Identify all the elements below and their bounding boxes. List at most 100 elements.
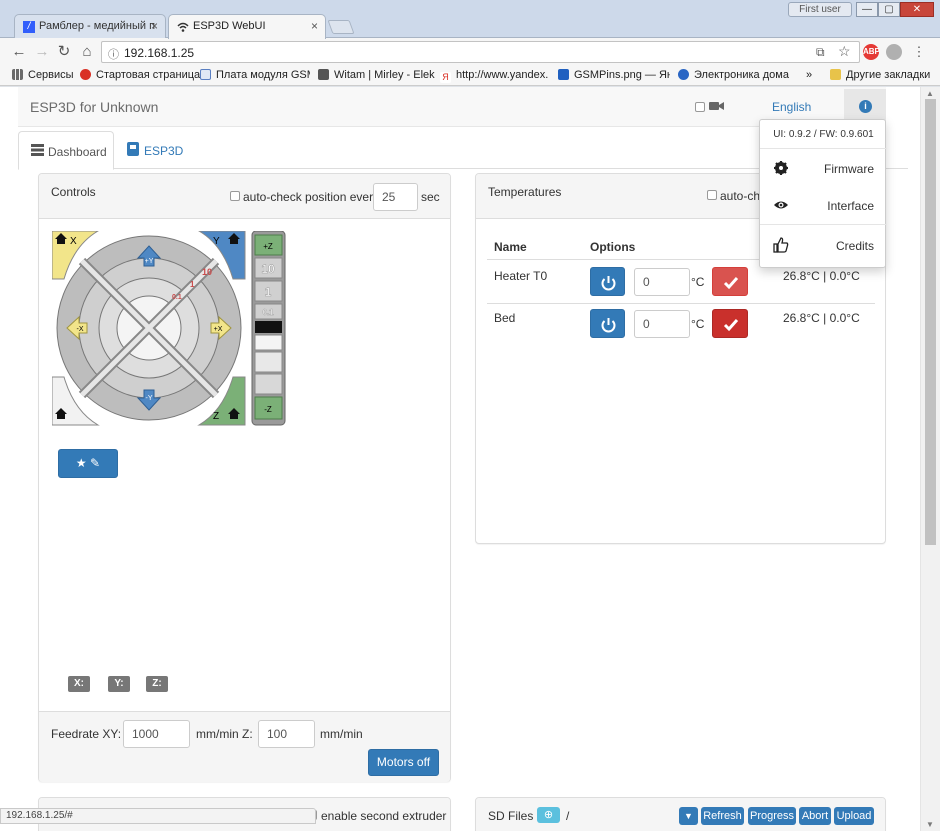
page-info-icon[interactable]: ⓘ <box>108 46 119 62</box>
second-extruder-label: enable second extruder <box>321 809 447 823</box>
z-step-down-button[interactable] <box>254 334 283 351</box>
column-header-options: Options <box>590 240 636 254</box>
minus-z-label: -Z <box>264 405 272 414</box>
eye-icon <box>774 201 788 209</box>
extension-icon[interactable] <box>886 44 902 60</box>
panel-title: SD Files <box>488 809 534 823</box>
browser-menu-icon[interactable]: ⋮ <box>910 43 928 61</box>
sd-refresh-button[interactable]: Refresh <box>701 807 744 825</box>
menu-divider <box>760 224 887 225</box>
home-z-label: Z <box>213 411 219 422</box>
tab-dashboard[interactable]: Dashboard <box>18 131 114 170</box>
page-scrollbar[interactable]: ▲ ▼ <box>920 87 940 831</box>
menu-item-firmware[interactable]: Firmware <box>760 155 887 183</box>
bed-power-button[interactable] <box>590 309 625 338</box>
menu-item-credits[interactable]: Credits <box>760 232 887 260</box>
heater-power-button[interactable] <box>590 267 625 296</box>
bookmarks-bar: Сервисы Стартовая страница Плата модуля … <box>0 66 940 86</box>
close-tab-icon[interactable]: × <box>311 19 318 33</box>
bookmark-folder[interactable]: Другие закладки <box>830 69 930 81</box>
browser-tab-esp3d[interactable]: ESP3D WebUI × <box>168 14 326 39</box>
new-tab-button[interactable] <box>327 20 355 34</box>
feedrate-footer: Feedrate XY: 1000 mm/min Z: 100 mm/min M… <box>39 711 450 782</box>
address-bar[interactable]: ⓘ 192.168.1.25 ⧉ ☆ <box>101 41 860 63</box>
bookmark-item[interactable]: Плата модуля GSM1 <box>200 69 310 81</box>
scroll-up-icon[interactable]: ▲ <box>926 89 934 98</box>
menu-item-interface[interactable]: Interface <box>760 192 887 220</box>
window-maximize-button[interactable]: ▢ <box>878 2 900 17</box>
bookmark-item[interactable]: Электроника дома и <box>678 69 792 81</box>
sd-abort-button[interactable]: Abort <box>799 807 831 825</box>
jog-control-pad: X Y Z 10 1 0.1 +Y -Y -X +X +Z 10 1 0.1 -… <box>52 231 286 426</box>
reload-icon[interactable]: ↻ <box>55 43 73 61</box>
bookmark-item[interactable]: Яhttp://www.yandex.ru <box>440 69 548 83</box>
page-icon <box>200 69 211 80</box>
adblock-icon[interactable]: ABP <box>863 44 880 60</box>
z-jog-column: +Z 10 1 0.1 -Z <box>251 231 286 426</box>
site-favicon-icon <box>318 69 329 80</box>
browser-user-chip[interactable]: First user <box>788 2 852 17</box>
check-icon <box>723 319 739 332</box>
z-separator <box>255 321 282 333</box>
bed-set-button[interactable] <box>712 309 748 338</box>
home-icon[interactable]: ⌂ <box>78 43 96 61</box>
browser-tab-rambler[interactable]: / Рамблер - медийный п × <box>14 14 166 38</box>
browser-status-bar: 192.168.1.25/# <box>0 808 316 824</box>
bookmark-item[interactable]: Стартовая страница <box>80 69 200 81</box>
heater-name: Heater T0 <box>494 269 548 283</box>
filter-icon: ▼ <box>684 811 693 821</box>
auto-check-label: auto-check position every: <box>243 190 383 204</box>
sd-folder-button[interactable]: ⊕ <box>537 807 560 823</box>
x-position-badge: X: <box>68 676 90 692</box>
feedrate-z-input[interactable]: 100 <box>258 720 315 748</box>
sd-upload-button[interactable]: Upload <box>834 807 874 825</box>
language-selector[interactable]: English <box>772 100 811 114</box>
tab-esp3d[interactable]: ESP3D <box>118 131 208 169</box>
auto-check-position-checkbox[interactable] <box>230 191 240 201</box>
camera-checkbox[interactable] <box>695 102 705 112</box>
translate-icon[interactable]: ⧉ <box>816 45 825 60</box>
home-x-label: X <box>70 236 77 247</box>
bookmark-item[interactable]: GSMPins.png — Янд <box>558 69 670 81</box>
temperature-auto-check-checkbox[interactable] <box>707 190 717 200</box>
plus-z-label: +Z <box>263 242 273 251</box>
app-navbar: ESP3D for Unknown English i <box>18 87 886 127</box>
bookmark-item[interactable]: Сервисы <box>12 69 74 81</box>
bookmark-star-icon[interactable]: ☆ <box>838 43 851 60</box>
heater-target-input[interactable]: 0 <box>634 268 690 296</box>
minus-x-label: -X <box>77 326 84 333</box>
bookmarks-more-icon[interactable]: » <box>806 69 812 81</box>
feedrate-xy-input[interactable]: 1000 <box>123 720 190 748</box>
window-close-button[interactable]: ✕ <box>900 2 934 17</box>
heater-set-button[interactable] <box>712 267 748 296</box>
motors-off-button[interactable]: Motors off <box>368 749 439 776</box>
scroll-down-icon[interactable]: ▼ <box>926 820 934 829</box>
rambler-favicon-icon: / <box>23 21 35 33</box>
forward-arrow-icon[interactable]: → <box>33 43 51 61</box>
bookmark-item[interactable]: Witam | Mirley - Elek <box>318 69 450 81</box>
dashboard-icon <box>31 144 44 156</box>
feedrate-z-unit: mm/min <box>320 727 363 741</box>
folder-plus-icon: ⊕ <box>543 809 554 821</box>
window-minimize-button[interactable]: — <box>856 2 878 17</box>
back-arrow-icon[interactable]: ← <box>10 43 28 61</box>
sd-progress-button[interactable]: Progress <box>748 807 796 825</box>
plus-x-label: +X <box>214 326 223 333</box>
power-icon <box>601 276 616 291</box>
macro-edit-button[interactable]: ★ ✎ <box>58 449 118 478</box>
scrollbar-thumb[interactable] <box>925 99 936 545</box>
panel-title: Controls <box>51 185 96 199</box>
z-step-down-button[interactable] <box>254 351 283 373</box>
apps-grid-icon <box>12 69 23 80</box>
sd-filter-button[interactable]: ▼ <box>679 807 698 825</box>
close-tab-icon[interactable]: × <box>151 19 158 33</box>
bed-target-input[interactable]: 0 <box>634 310 690 338</box>
controls-panel-header: Controls auto-check position every: 25 s… <box>39 174 450 219</box>
app-brand: ESP3D for Unknown <box>30 99 159 115</box>
gear-icon <box>774 161 788 175</box>
xy-step-label: 1 <box>190 280 195 289</box>
z-step-down-button[interactable] <box>254 373 283 395</box>
auto-check-interval-input[interactable]: 25 <box>373 183 418 211</box>
minus-y-label: -Y <box>146 395 153 402</box>
folder-icon <box>830 69 841 80</box>
